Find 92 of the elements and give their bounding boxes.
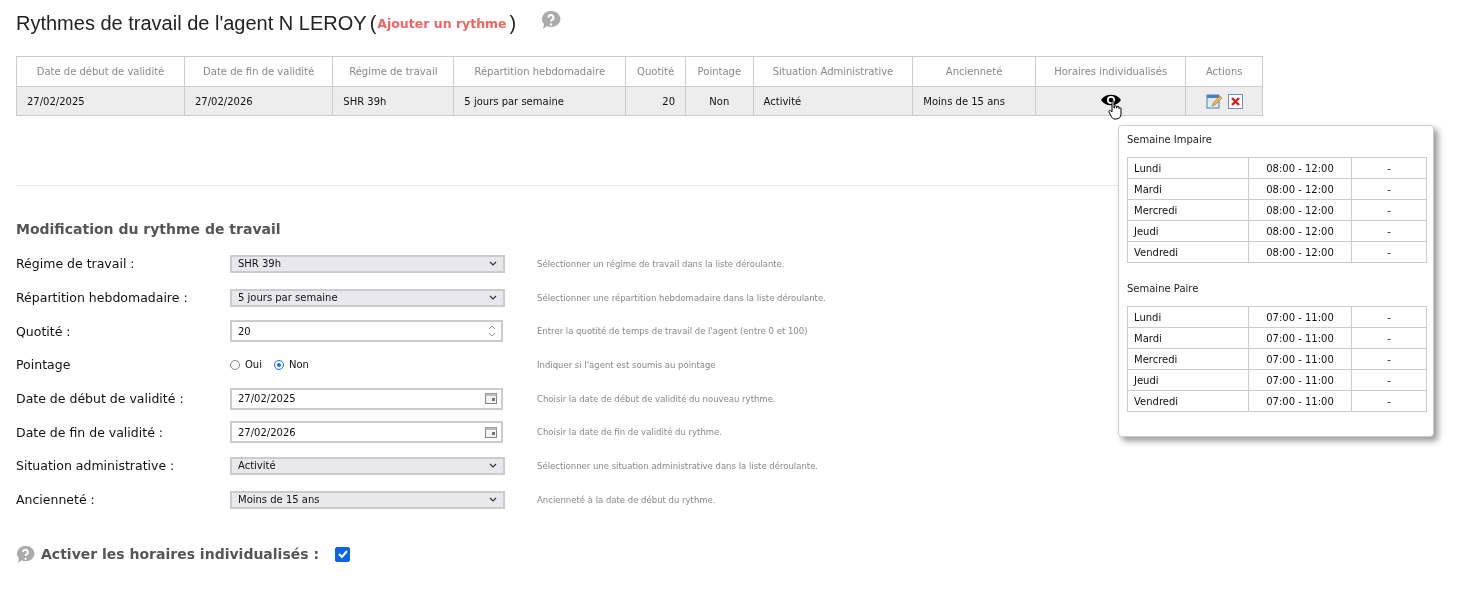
schedule-cell: Jeudi bbox=[1127, 369, 1249, 391]
caret-icon bbox=[489, 261, 497, 267]
schedule-cell: Vendredi bbox=[1127, 241, 1249, 263]
schedule-cell: Mardi bbox=[1127, 178, 1249, 200]
checkbox[interactable] bbox=[335, 546, 351, 562]
schedule-cell: - bbox=[1351, 369, 1427, 391]
column-header: Pointage bbox=[685, 56, 754, 87]
table-cell: Activité bbox=[753, 86, 913, 116]
schedule-cell: 08:00 - 12:00 bbox=[1248, 199, 1352, 221]
field-label: Quotité : bbox=[16, 323, 72, 339]
field-hint: Ancienneté à la date de début du rythme. bbox=[537, 494, 716, 505]
calendar-icon[interactable] bbox=[485, 393, 497, 405]
edit-icon[interactable] bbox=[1205, 93, 1222, 109]
field-hint: Choisir la date de début de validité du nouveau rythme. bbox=[537, 393, 776, 404]
schedule-cell: Jeudi bbox=[1127, 220, 1249, 242]
field-hint: Sélectionner un régime de travail dans la liste déroulante. bbox=[537, 258, 785, 269]
schedule-cell: - bbox=[1351, 220, 1427, 242]
dropdown[interactable]: 5 jours par semaine bbox=[230, 288, 505, 307]
column-header: Régime de travail bbox=[332, 56, 454, 87]
field-hint: Choisir la date de fin de validité du rythme. bbox=[537, 427, 723, 438]
schedule-cell: Mardi bbox=[1127, 327, 1249, 349]
schedule-cell: Mercredi bbox=[1127, 348, 1249, 370]
table-cell: SHR 39h bbox=[332, 86, 454, 116]
schedule-cell: Lundi bbox=[1127, 157, 1249, 179]
table-cell: Non bbox=[685, 86, 754, 116]
page-title: Rythmes de travail de l'agent N LEROY bbox=[16, 11, 367, 35]
radio-option[interactable]: Non bbox=[274, 359, 309, 371]
column-header: Date de fin de validité bbox=[184, 56, 333, 87]
help-icon[interactable] bbox=[541, 10, 562, 30]
field-label: Date de début de validité : bbox=[16, 391, 185, 407]
field-label: Régime de travail : bbox=[16, 256, 136, 272]
delete-icon[interactable] bbox=[1227, 93, 1243, 109]
schedule-cell: Lundi bbox=[1127, 306, 1249, 328]
schedule-cell: - bbox=[1351, 327, 1427, 349]
dropdown[interactable]: Activité bbox=[230, 456, 505, 475]
dropdown[interactable]: Moins de 15 ans bbox=[230, 490, 505, 509]
schedule-cell: - bbox=[1351, 241, 1427, 263]
date-field[interactable]: 27/02/2026 bbox=[230, 421, 503, 444]
field-hint: Indiquer si l'agent est soumis au pointage bbox=[537, 359, 716, 370]
schedule-cell: Mercredi bbox=[1127, 199, 1249, 221]
schedule-cell: - bbox=[1351, 306, 1427, 328]
schedule-cell: Vendredi bbox=[1127, 390, 1249, 412]
field-hint: Sélectionner une situation administrative dans la liste déroulante. bbox=[537, 460, 819, 471]
field-label: Ancienneté : bbox=[16, 492, 96, 508]
schedule-cell: - bbox=[1351, 390, 1427, 412]
schedule-cell: 08:00 - 12:00 bbox=[1248, 157, 1352, 179]
caret-icon bbox=[489, 463, 497, 469]
week-title: Semaine Impaire bbox=[1127, 134, 1213, 147]
section-title: Modification du rythme de travail bbox=[16, 221, 281, 237]
column-header: Date de début de validité bbox=[16, 56, 185, 87]
schedule-cell: 07:00 - 11:00 bbox=[1248, 390, 1352, 412]
schedule-cell: - bbox=[1351, 199, 1427, 221]
help-icon[interactable] bbox=[16, 544, 35, 564]
table-cell: Moins de 15 ans bbox=[912, 86, 1036, 116]
column-header: Ancienneté bbox=[912, 56, 1036, 87]
column-header: Situation Administrative bbox=[753, 56, 913, 87]
caret-icon bbox=[489, 295, 497, 301]
schedule-cell: 08:00 - 12:00 bbox=[1248, 220, 1352, 242]
week-title: Semaine Paire bbox=[1127, 283, 1200, 296]
table-cell: 5 jours par semaine bbox=[453, 86, 626, 116]
field-hint: Entrer la quotité de temps de travail de l'agent (entre 0 et 100) bbox=[537, 326, 808, 337]
table-cell: 27/02/2026 bbox=[184, 86, 333, 116]
column-header: Horaires individualisés bbox=[1035, 56, 1186, 87]
schedule-cell: 08:00 - 12:00 bbox=[1248, 241, 1352, 263]
schedule-cell: - bbox=[1351, 348, 1427, 370]
field-label: Pointage bbox=[16, 357, 72, 373]
parenthesis: ) bbox=[509, 11, 517, 35]
hand-cursor-icon bbox=[1107, 100, 1122, 120]
table-cell: 27/02/2025 bbox=[16, 86, 185, 116]
field-label: Situation administrative : bbox=[16, 458, 176, 474]
date-field[interactable]: 27/02/2025 bbox=[230, 387, 503, 410]
parenthesis: ( bbox=[369, 11, 377, 35]
schedule-cell: 07:00 - 11:00 bbox=[1248, 369, 1352, 391]
radio-option[interactable]: Oui bbox=[230, 359, 262, 371]
dropdown[interactable]: SHR 39h bbox=[230, 254, 505, 273]
field-label: Répartition hebdomadaire : bbox=[16, 290, 189, 306]
field-hint: Sélectionner une répartition hebdomadaire dans la liste déroulante. bbox=[537, 292, 826, 303]
schedule-cell: 07:00 - 11:00 bbox=[1248, 327, 1352, 349]
column-header: Répartition hebdomadaire bbox=[453, 56, 626, 87]
schedule-cell: 07:00 - 11:00 bbox=[1248, 348, 1352, 370]
caret-icon bbox=[489, 497, 497, 503]
column-header: Quotité bbox=[625, 56, 686, 87]
column-header: Actions bbox=[1185, 56, 1263, 87]
table-cell: 20 bbox=[625, 86, 686, 116]
field-label: Date de fin de validité : bbox=[16, 424, 164, 440]
number-field[interactable]: 20 bbox=[230, 320, 503, 343]
checkbox-label: Activer les horaires individualisés : bbox=[41, 546, 320, 562]
schedule-cell: - bbox=[1351, 157, 1427, 179]
schedule-cell: 08:00 - 12:00 bbox=[1248, 178, 1352, 200]
schedule-cell: 07:00 - 11:00 bbox=[1248, 306, 1352, 328]
calendar-icon[interactable] bbox=[485, 426, 497, 438]
schedule-cell: - bbox=[1351, 178, 1427, 200]
